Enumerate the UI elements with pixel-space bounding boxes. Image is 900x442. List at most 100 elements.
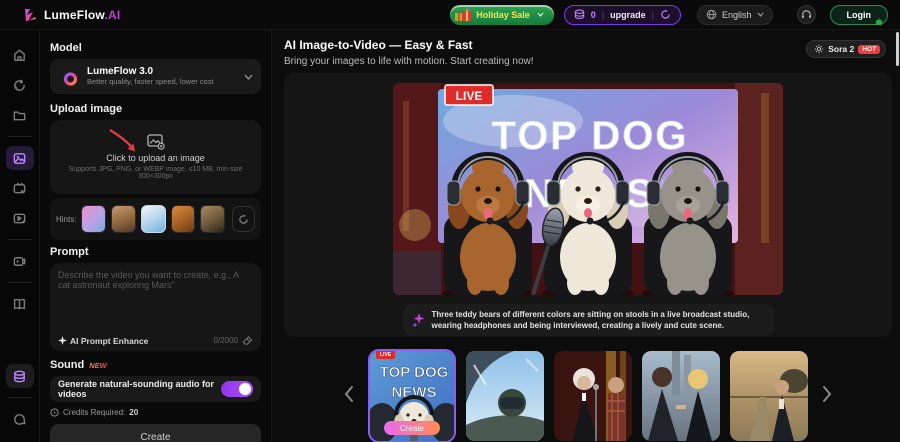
carousel-prev-button[interactable]: [340, 381, 358, 412]
sora-badge[interactable]: Sora 2 HOT: [806, 40, 886, 58]
prompt-label: Prompt: [50, 246, 261, 258]
prompt-box: AI Prompt Enhance 0/2000: [50, 263, 261, 351]
divider: |: [652, 10, 654, 20]
divider: [8, 282, 32, 283]
credits-upgrade-pill[interactable]: 0 | upgrade |: [564, 5, 681, 25]
sora-label: Sora 2: [828, 44, 854, 54]
hero-preview-image: TOP DOG NEWS LIVE: [393, 83, 783, 295]
hints-refresh-button[interactable]: [232, 206, 255, 232]
refresh-icon[interactable]: [660, 9, 671, 20]
rail-video-effects-icon[interactable]: [6, 206, 34, 230]
page-title: AI Image-to-Video — Easy & Fast: [284, 38, 892, 52]
prompt-textarea[interactable]: [58, 270, 253, 335]
upload-label: Upload image: [50, 103, 261, 115]
caption-box: Three teddy bears of different colors ar…: [403, 304, 774, 336]
globe-icon: [706, 9, 717, 20]
create-button-label: Create: [140, 432, 170, 442]
gear-icon: [814, 44, 824, 54]
divider: [8, 239, 32, 240]
rail-folder-icon[interactable]: [6, 103, 34, 127]
user-avatar[interactable]: [797, 5, 816, 24]
hints-label: Hints:: [56, 215, 76, 224]
carousel-create-button[interactable]: Create: [384, 421, 440, 435]
headset-icon: [801, 9, 812, 20]
rail-history-icon[interactable]: [6, 73, 34, 97]
upload-image-icon: [147, 134, 165, 150]
rail-guide-icon[interactable]: [6, 292, 34, 316]
hint-thumbnail-5[interactable]: [200, 205, 225, 233]
holiday-sale-button[interactable]: Holiday Sale: [450, 5, 554, 25]
sparkle-icon: [58, 336, 67, 345]
enhance-label: AI Prompt Enhance: [70, 336, 148, 346]
carousel-thumb-singer[interactable]: [554, 351, 632, 441]
hero-title-line1: TOP DOG: [491, 114, 688, 158]
hint-thumbnail-3[interactable]: [141, 205, 166, 233]
carousel-thumb-road-man[interactable]: [730, 351, 808, 441]
creation-panel: Model LumeFlow 3.0 Better quality, faste…: [40, 30, 272, 442]
language-label: English: [722, 10, 752, 20]
eraser-icon[interactable]: [242, 335, 253, 346]
model-selector[interactable]: LumeFlow 3.0 Better quality, faster spee…: [50, 59, 261, 94]
model-label: Model: [50, 42, 261, 54]
upgrade-link[interactable]: upgrade: [610, 10, 646, 20]
example-carousel: TOP DOG NEWS LIVE Create: [284, 343, 892, 442]
sound-label: Sound: [50, 359, 84, 371]
chevron-down-icon: [757, 12, 764, 17]
upload-dropzone[interactable]: Click to upload an image Supports JPG, P…: [50, 120, 261, 194]
create-button[interactable]: Create: [50, 424, 261, 442]
carousel-thumb-street-pair[interactable]: [642, 351, 720, 441]
new-badge: NEW: [89, 361, 107, 370]
carousel-thumb-top-dog-news[interactable]: TOP DOG NEWS LIVE Create: [368, 349, 456, 442]
gift-icon: [454, 8, 472, 22]
hero-live-badge: LIVE: [456, 89, 483, 103]
showcase-stage: TOP DOG NEWS LIVE: [284, 73, 892, 337]
divider: [8, 136, 32, 137]
upload-hint: Supports JPG, PNG, or WEBP image, ≤10 MB…: [50, 166, 261, 180]
coins-icon: [574, 9, 585, 20]
model-desc: Better quality, faster speed, lower cost: [87, 78, 237, 87]
chevron-down-icon: [537, 12, 544, 17]
credits-required-row: Credits Required: 20: [50, 408, 261, 417]
credits-required-label: Credits Required:: [63, 408, 125, 417]
hint-thumbnail-4[interactable]: [171, 205, 196, 233]
hint-thumbnail-2[interactable]: [111, 205, 136, 233]
ai-prompt-enhance-button[interactable]: AI Prompt Enhance: [58, 336, 148, 346]
hints-row: Hints:: [50, 198, 261, 240]
rail-feedback-icon[interactable]: [6, 407, 34, 431]
credits-count: 0: [591, 10, 596, 20]
hot-badge: HOT: [858, 45, 880, 54]
language-selector[interactable]: English: [697, 5, 773, 25]
divider: |: [602, 10, 604, 20]
rail-credits-icon[interactable]: [6, 364, 34, 388]
chevron-down-icon: [244, 74, 253, 80]
tutorial-arrow: [108, 128, 142, 158]
sparkle-icon: [412, 312, 425, 328]
carousel-next-button[interactable]: [818, 381, 836, 412]
logo[interactable]: LumeFlow.AI: [22, 8, 120, 22]
holiday-sale-label: Holiday Sale: [476, 10, 530, 20]
rail-video-library-icon[interactable]: [6, 249, 34, 273]
gift-mini-icon: [874, 16, 884, 26]
main-content: AI Image-to-Video — Easy & Fast Bring yo…: [272, 30, 900, 442]
icon-rail: [0, 30, 40, 442]
mini-live-badge: LIVE: [376, 351, 395, 359]
login-label: Login: [847, 10, 872, 20]
audio-toggle[interactable]: [221, 381, 253, 397]
hint-thumbnail-1[interactable]: [81, 205, 106, 233]
page-subtitle: Bring your images to life with motion. S…: [284, 56, 892, 67]
page-scrollbar[interactable]: [896, 32, 899, 66]
refresh-icon: [238, 214, 249, 225]
rail-video-template-icon[interactable]: [6, 176, 34, 200]
logo-icon: [22, 8, 38, 22]
audio-toggle-label: Generate natural-sounding audio for vide…: [58, 379, 221, 399]
logo-suffix: .AI: [105, 8, 121, 22]
rail-home-icon[interactable]: [6, 43, 34, 67]
credit-icon: [50, 408, 59, 417]
rail-image-to-video-icon[interactable]: [6, 146, 34, 170]
login-button[interactable]: Login: [830, 5, 889, 25]
top-header: LumeFlow.AI Holiday Sale 0 |: [0, 0, 900, 30]
carousel-thumb-pilot[interactable]: [466, 351, 544, 441]
caption-text: Three teddy bears of different colors ar…: [432, 309, 762, 331]
svg-text:TOP DOG: TOP DOG: [380, 364, 449, 381]
audio-toggle-row: Generate natural-sounding audio for vide…: [50, 376, 261, 402]
